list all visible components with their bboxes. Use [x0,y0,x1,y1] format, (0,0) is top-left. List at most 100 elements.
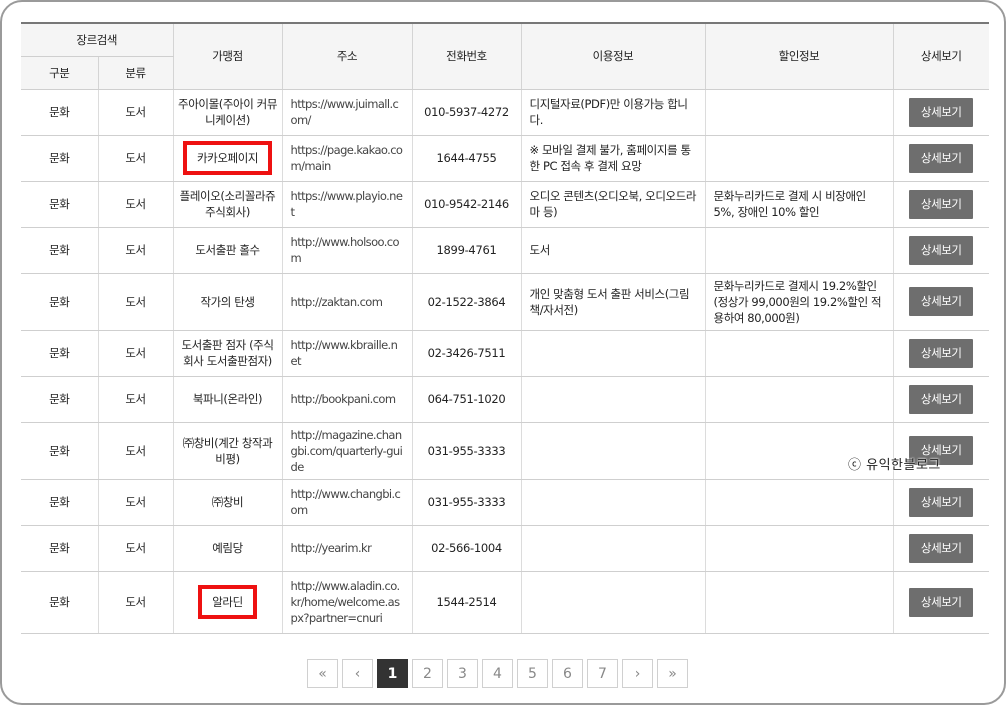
details-button[interactable]: 상세보기 [909,189,974,219]
phone-cell: 010-5937-4272 [411,89,522,136]
discount-cell [704,330,894,377]
discount-cell [704,89,894,136]
address-cell: http://www.aladin.co.kr/home/welcome.asp… [281,571,413,634]
details-cell: 상세보기 [892,479,990,526]
address-cell: http://bookpani.com [281,376,413,423]
page-3-button[interactable]: 3 [447,659,478,688]
merchant-name: 북파니(온라인) [192,392,263,406]
table-row: 문화 도서 알라딘 http://www.aladin.co.kr/home/welc… [21,571,990,634]
details-cell: 상세보기 [892,89,990,136]
details-header: 상세보기 [892,22,990,90]
phone-cell: 031-955-3333 [411,479,522,526]
details-button[interactable]: 상세보기 [909,533,974,563]
discount-cell: 문화누리카드로 결제시 19.2%할인 (정상가 99,000원의 19.2%할… [704,273,894,331]
page-4-button[interactable]: 4 [482,659,513,688]
classification-cell: 도서 [97,273,174,331]
phone-cell: 02-1522-3864 [411,273,522,331]
category-cell: 문화 [21,181,99,228]
details-cell: 상세보기 [892,181,990,228]
discount-cell [704,376,894,423]
address-cell: http://www.holsoo.com [281,227,413,274]
details-button[interactable]: 상세보기 [909,143,974,173]
details-button[interactable]: 상세보기 [909,487,974,517]
category-cell: 문화 [21,376,99,423]
merchant-cell: 작가의 탄생 [172,273,283,331]
address-cell: http://zaktan.com [281,273,413,331]
page-1-button[interactable]: 1 [377,659,408,688]
watermark: ⓒ 유익한블로그 [848,458,941,473]
details-button[interactable]: 상세보기 [909,97,974,127]
category-cell: 문화 [21,330,99,377]
usage-cell [520,376,706,423]
details-button[interactable]: 상세보기 [909,587,974,617]
merchant-name: ㈜창비 [211,495,244,509]
page-6-button[interactable]: 6 [552,659,583,688]
table-row: 문화 도서 ㈜창비(계간 창작과 비평) http://magazine.changb… [21,422,990,480]
discount-cell [704,525,894,572]
classification-cell: 도서 [97,571,174,634]
table-row: 문화 도서 플레이오(소리꼴라쥬 주식회사) https://www.playio.n… [21,181,990,228]
address-cell: http://www.changbi.com [281,479,413,526]
classification-cell: 도서 [97,330,174,377]
category-cell: 문화 [21,227,99,274]
merchant-name: 알라딘 [212,595,243,609]
details-cell: 상세보기 [892,227,990,274]
phone-cell: 064-751-1020 [411,376,522,423]
phone-cell: 1544-2514 [411,571,522,634]
details-cell: 상세보기 [892,330,990,377]
phone-header: 전화번호 [411,22,522,90]
category-cell: 문화 [21,422,99,480]
address-cell: http://www.kbraille.net [281,330,413,377]
category-cell: 문화 [21,525,99,572]
pagination: « ‹ 1234567 › » [307,659,688,688]
merchant-name: ㈜창비(계간 창작과 비평) [182,435,273,466]
merchant-name: 주아이몰(주아이 커뮤니케이션) [178,97,277,127]
usage-cell [520,422,706,480]
details-cell: 상세보기 [892,273,990,331]
address-header: 주소 [281,22,413,90]
page-7-button[interactable]: 7 [587,659,618,688]
first-page-button[interactable]: « [307,659,338,688]
details-button[interactable]: 상세보기 [909,235,974,265]
classification-cell: 도서 [97,376,174,423]
details-cell: 상세보기 [892,135,990,182]
merchant-name: 카카오페이지 [196,151,259,165]
table-row: 문화 도서 주아이몰(주아이 커뮤니케이션) https://www.juimall.… [21,89,990,136]
discount-cell [704,227,894,274]
category-cell: 문화 [21,273,99,331]
classification-cell: 도서 [97,422,174,480]
merchant-cell: ㈜창비 [172,479,283,526]
usage-cell: 개인 맞춤형 도서 출판 서비스(그림책/자서전) [520,273,706,331]
discount-cell [704,571,894,634]
phone-cell: 02-566-1004 [411,525,522,572]
phone-cell: 1644-4755 [411,135,522,182]
usage-cell [520,479,706,526]
last-page-button[interactable]: » [657,659,688,688]
next-page-button[interactable]: › [622,659,653,688]
address-cell: https://www.juimall.com/ [281,89,413,136]
merchant-header: 가맹점 [172,22,283,90]
phone-cell: 010-9542-2146 [411,181,522,228]
table-row: 문화 도서 도서출판 점자 (주식회사 도서출판점자) http://www.kbra… [21,330,990,377]
details-cell: 상세보기 [892,571,990,634]
details-cell: 상세보기 [892,376,990,423]
details-button[interactable]: 상세보기 [909,338,974,368]
merchant-name: 플레이오(소리꼴라쥬 주식회사) [179,189,276,219]
usage-cell [520,525,706,572]
table-row: 문화 도서 도서출판 홀수 http://www.holsoo.com 1899-476… [21,227,990,274]
table-row: 문화 도서 작가의 탄생 http://zaktan.com 02-1522-3864 개… [21,273,990,331]
usage-cell: 오디오 콘텐츠(오디오북, 오디오드라마 등) [520,181,706,228]
page-2-button[interactable]: 2 [412,659,443,688]
table-row: 문화 도서 카카오페이지 https://page.kakao.com/main 164… [21,135,990,182]
category-cell: 문화 [21,479,99,526]
prev-page-button[interactable]: ‹ [342,659,373,688]
page-frame: 장르검색 가맹점 주소 전화번호 이용정보 할인정보 상세보기 구분 분류 문화… [0,0,1006,705]
usage-cell: ※ 모바일 결제 불가, 홈페이지를 통한 PC 접속 후 결제 요망 [520,135,706,182]
page-5-button[interactable]: 5 [517,659,548,688]
address-cell: http://magazine.changbi.com/quarterly-gu… [281,422,413,480]
category-cell: 문화 [21,89,99,136]
details-button[interactable]: 상세보기 [909,384,974,414]
merchant-cell: 카카오페이지 [172,135,283,182]
merchant-cell: 예림당 [172,525,283,572]
details-button[interactable]: 상세보기 [909,287,974,316]
